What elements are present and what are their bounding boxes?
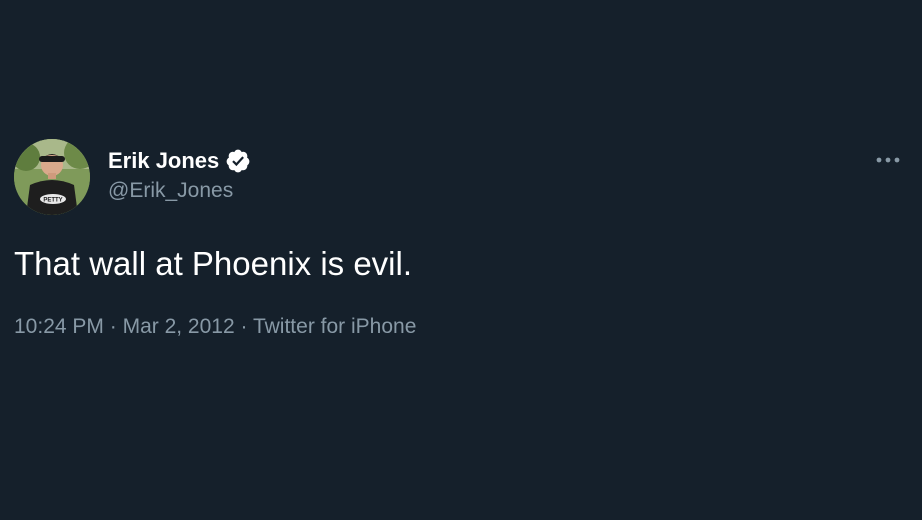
tweet-metadata: 10:24 PM · Mar 2, 2012 · Twitter for iPh… [14,313,416,341]
separator-dot: · [109,315,117,338]
tweet-time: 10:24 PM [14,315,104,338]
tweet-source-link[interactable]: Twitter for iPhone [253,315,416,338]
author-name-row: Erik Jones [108,146,251,176]
tweet-date: Mar 2, 2012 [122,315,235,338]
svg-text:PETTY: PETTY [43,198,62,204]
more-options-button[interactable] [868,146,908,174]
tweet-card: PETTY Erik Jones @Erik_Jones That wall a… [0,0,922,520]
tweet-timestamp-link[interactable]: 10:24 PM · Mar 2, 2012 [14,315,235,338]
tweet-text: That wall at Phoenix is evil. [14,245,413,282]
more-options-icon [875,151,901,169]
display-name[interactable]: Erik Jones [108,146,219,176]
separator-dot: · [240,315,248,338]
avatar[interactable]: PETTY [14,139,90,215]
user-handle[interactable]: @Erik_Jones [108,178,233,204]
verified-badge-icon [225,148,251,174]
